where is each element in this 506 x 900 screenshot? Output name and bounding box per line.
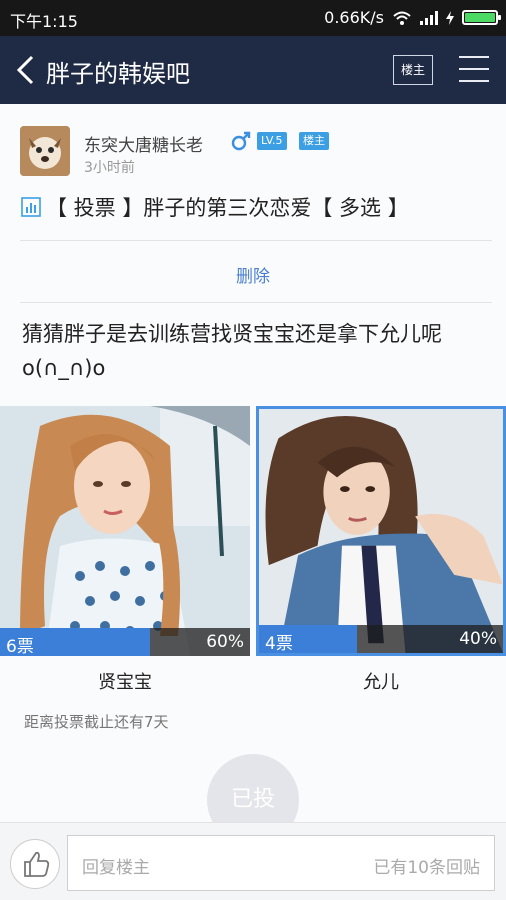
poll-icon <box>21 197 41 217</box>
status-icons: 0.66K/s <box>324 8 501 27</box>
like-button[interactable] <box>10 839 60 889</box>
delete-link[interactable]: 删除 <box>0 262 506 287</box>
option-photo <box>0 406 250 656</box>
charging-icon <box>446 10 454 25</box>
nav-bar: 胖子的韩娱吧 楼主 <box>0 36 506 104</box>
divider <box>20 240 492 241</box>
reply-count: 已有10条回贴 <box>373 858 480 878</box>
poll-deadline: 距离投票截止还有7天 <box>24 713 169 731</box>
username[interactable]: 东突大唐糖长老 <box>84 131 203 156</box>
post-time: 3小时前 <box>84 160 135 176</box>
menu-icon[interactable] <box>459 56 489 82</box>
post-title: 【 投票 】胖子的第三次恋爱【 多选 】 <box>46 196 409 220</box>
vote-percent: 60% <box>206 632 244 652</box>
only-louzhu-button[interactable]: 楼主 <box>393 55 433 85</box>
battery-icon <box>462 10 501 25</box>
status-bar: 下午1:15 0.66K/s <box>0 0 506 36</box>
signal-icon <box>420 10 438 25</box>
status-time: 下午1:15 <box>10 12 78 31</box>
thumbs-up-icon <box>24 851 50 877</box>
network-speed: 0.66K/s <box>324 8 384 27</box>
louzhu-badge: 楼主 <box>299 132 329 150</box>
vote-count: 4票 <box>265 634 293 654</box>
reply-placeholder: 回复楼主 <box>82 858 150 878</box>
poll-option-2[interactable]: 4票 40% <box>256 406 506 656</box>
divider <box>20 302 492 303</box>
back-arrow-icon[interactable] <box>14 54 38 86</box>
bottom-bar: 回复楼主 已有10条回贴 <box>0 822 506 900</box>
poll-question: 猜猜胖子是去训练营找贤宝宝还是拿下允儿呢o(∩_∩)o <box>22 322 442 380</box>
wifi-icon <box>393 11 411 25</box>
option-photo <box>259 409 503 653</box>
forum-title: 胖子的韩娱吧 <box>46 60 190 88</box>
vote-percent: 40% <box>459 629 497 649</box>
option-label: 贤宝宝 <box>98 672 152 693</box>
post-content: 东突大唐糖长老 LV.5 楼主 3小时前 【 投票 】胖子的第三次恋爱【 多选 … <box>0 104 506 846</box>
vote-bar: 6票 60% <box>0 628 250 656</box>
poll-option-1[interactable]: 6票 60% <box>0 406 250 656</box>
option-label: 允儿 <box>363 672 399 693</box>
reply-input[interactable]: 回复楼主 已有10条回贴 <box>67 835 495 891</box>
user-avatar[interactable] <box>20 126 70 176</box>
vote-bar: 4票 40% <box>259 625 503 653</box>
vote-count: 6票 <box>6 637 34 656</box>
level-badge: LV.5 <box>257 132 287 150</box>
male-icon <box>231 131 251 151</box>
